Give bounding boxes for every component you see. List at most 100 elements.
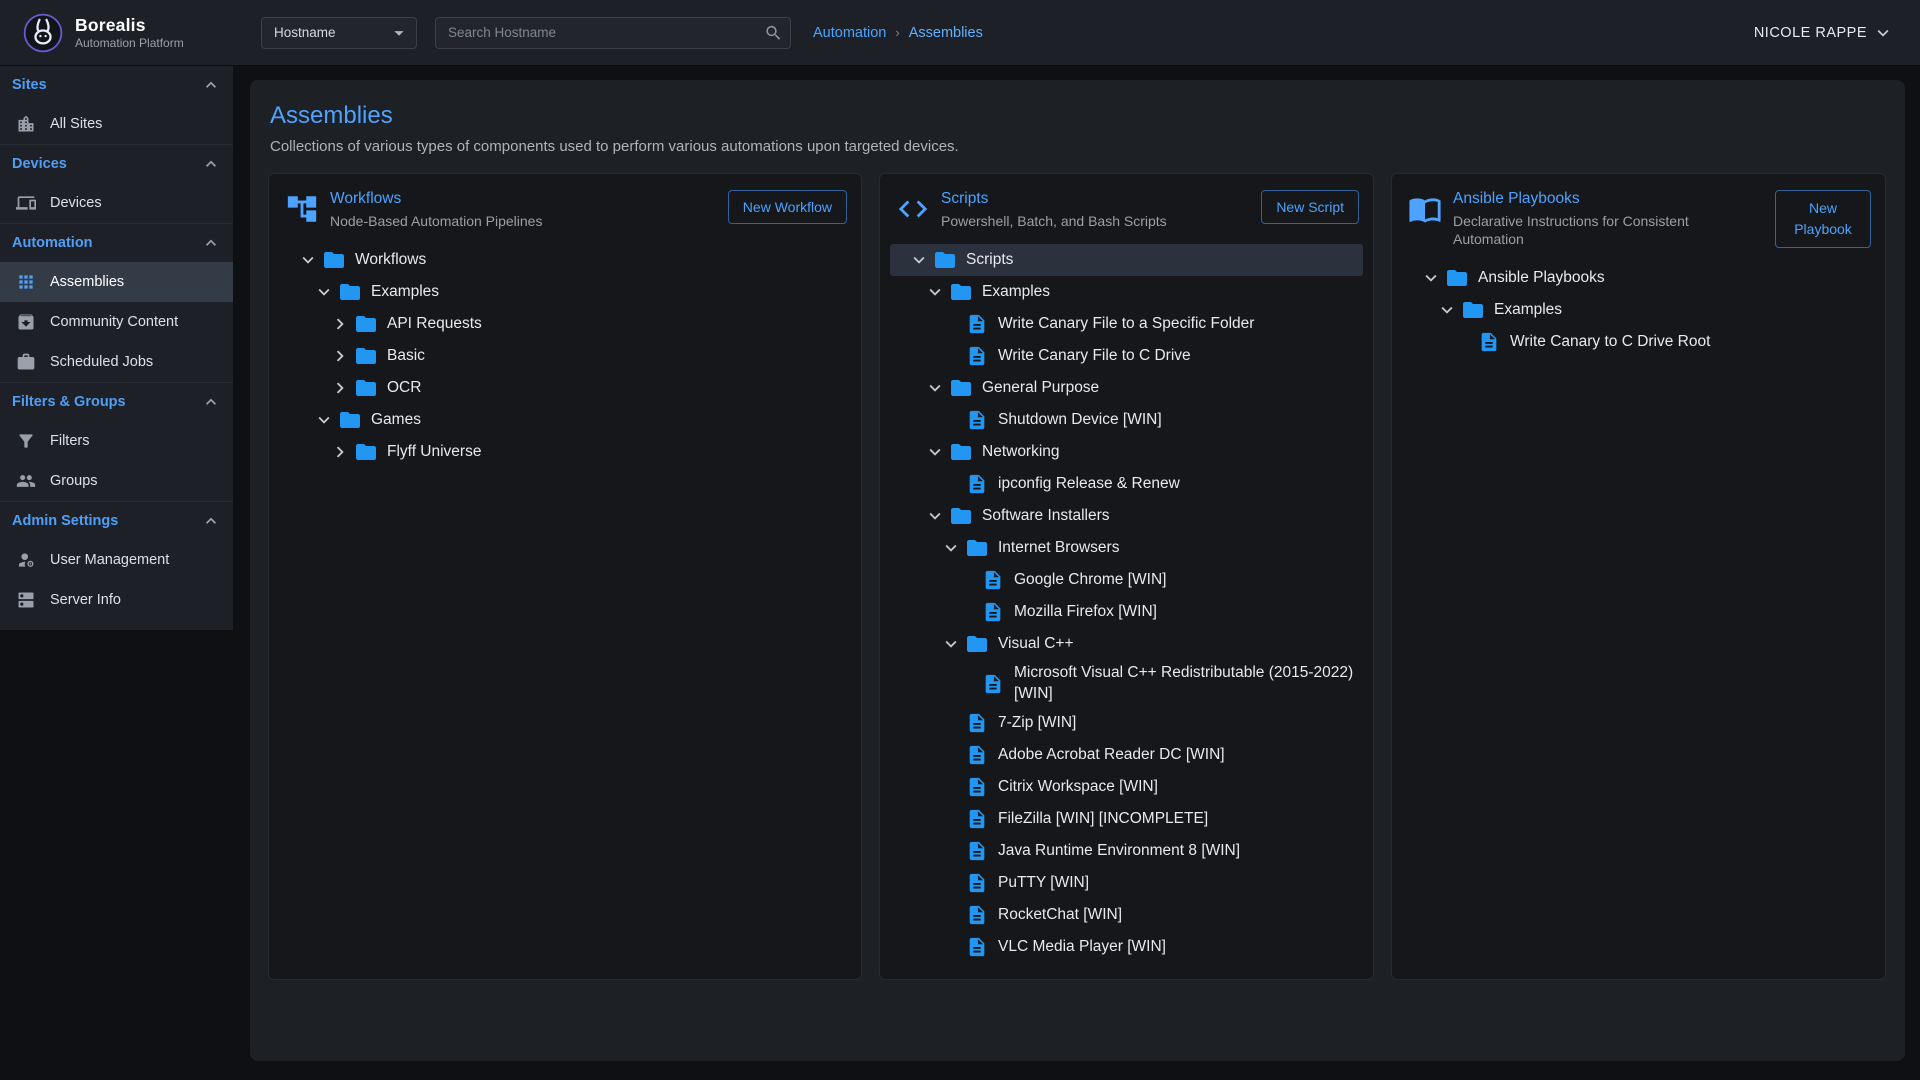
tree-item[interactable]: Ansible Playbooks — [1402, 262, 1875, 294]
tree-item[interactable]: 7-Zip [WIN] — [890, 707, 1363, 739]
sidebar-item-label: Community Content — [50, 314, 178, 330]
tree-item[interactable]: Basic — [279, 340, 851, 372]
sidebar-item-community-content[interactable]: Community Content — [0, 302, 233, 342]
chevron-down-icon[interactable] — [938, 537, 964, 559]
sidebar-item-filters[interactable]: Filters — [0, 421, 233, 461]
tree-item[interactable]: Microsoft Visual C++ Redistributable (20… — [890, 660, 1363, 707]
chevron-down-icon[interactable] — [938, 633, 964, 655]
tree-item[interactable]: General Purpose — [890, 372, 1363, 404]
chevron-right-icon[interactable] — [327, 377, 353, 399]
search-icon[interactable] — [764, 23, 783, 42]
workflows-card: Workflows Node-Based Automation Pipeline… — [268, 173, 862, 980]
chevron-right-icon[interactable] — [327, 441, 353, 463]
tree-item[interactable]: Flyff Universe — [279, 436, 851, 468]
sidebar-section-header-devices[interactable]: Devices — [0, 145, 233, 183]
tree-item[interactable]: Write Canary File to C Drive — [890, 340, 1363, 372]
tree-item[interactable]: Java Runtime Environment 8 [WIN] — [890, 835, 1363, 867]
sidebar-section-header-admin-settings[interactable]: Admin Settings — [0, 502, 233, 540]
tree-item[interactable]: Visual C++ — [890, 628, 1363, 660]
tree-item[interactable]: Games — [279, 404, 851, 436]
tree-item[interactable]: FileZilla [WIN] [INCOMPLETE] — [890, 803, 1363, 835]
scripts-card-title: Scripts — [941, 190, 1238, 208]
assembly-cards: Workflows Node-Based Automation Pipeline… — [268, 173, 1887, 980]
sidebar-item-devices[interactable]: Devices — [0, 183, 233, 223]
tree-item[interactable]: OCR — [279, 372, 851, 404]
sidebar-section-header-filters-groups[interactable]: Filters & Groups — [0, 383, 233, 421]
tree-item[interactable]: Shutdown Device [WIN] — [890, 404, 1363, 436]
brand-tagline: Automation Platform — [75, 37, 184, 51]
new-script-button[interactable]: New Script — [1261, 190, 1359, 224]
file-icon — [964, 409, 990, 431]
chevron-down-icon[interactable] — [922, 281, 948, 303]
tree-item[interactable]: Mozilla Firefox [WIN] — [890, 596, 1363, 628]
sidebar-section-devices: Devices Devices — [0, 144, 233, 223]
brand[interactable]: Borealis Automation Platform — [22, 12, 224, 54]
sidebar-item-groups[interactable]: Groups — [0, 461, 233, 501]
hostname-select[interactable]: Hostname — [261, 17, 417, 49]
folder-icon — [948, 280, 974, 304]
chevron-down-icon[interactable] — [922, 377, 948, 399]
sidebar-item-assemblies[interactable]: Assemblies — [0, 262, 233, 302]
tree-item[interactable]: Examples — [279, 276, 851, 308]
chevron-up-icon — [201, 154, 221, 174]
chevron-down-icon[interactable] — [311, 281, 337, 303]
sidebar-section-sites: Sites All Sites — [0, 66, 233, 144]
server-icon — [15, 589, 37, 611]
tree-item[interactable]: Internet Browsers — [890, 532, 1363, 564]
chevron-right-icon[interactable] — [327, 313, 353, 335]
new-workflow-button[interactable]: New Workflow — [728, 190, 847, 224]
tree-item-label: General Purpose — [982, 375, 1099, 401]
tree-item[interactable]: Examples — [1402, 294, 1875, 326]
playbooks-card-header: Ansible Playbooks Declarative Instructio… — [1402, 186, 1875, 248]
sidebar-item-all-sites[interactable]: All Sites — [0, 104, 233, 144]
sidebar-section-filters-groups: Filters & Groups Filters Groups — [0, 382, 233, 501]
sidebar-item-user-management[interactable]: User Management — [0, 540, 233, 580]
chevron-down-icon[interactable] — [1418, 267, 1444, 289]
sidebar-section-label: Admin Settings — [12, 513, 118, 529]
sidebar-section-header-automation[interactable]: Automation — [0, 224, 233, 262]
chevron-down-icon[interactable] — [1434, 299, 1460, 321]
file-icon — [964, 345, 990, 367]
breadcrumb-automation[interactable]: Automation — [813, 25, 886, 41]
sidebar-item-label: Assemblies — [50, 274, 124, 290]
tree-item[interactable]: Write Canary to C Drive Root — [1402, 326, 1875, 358]
tree-item[interactable]: Write Canary File to a Specific Folder — [890, 308, 1363, 340]
workflows-card-header: Workflows Node-Based Automation Pipeline… — [279, 186, 851, 230]
tree-item[interactable]: PuTTY [WIN] — [890, 867, 1363, 899]
sidebar-section-label: Automation — [12, 235, 93, 251]
sidebar-section-label: Devices — [12, 156, 67, 172]
breadcrumb-assemblies[interactable]: Assemblies — [909, 25, 983, 41]
sidebar-item-scheduled-jobs[interactable]: Scheduled Jobs — [0, 342, 233, 382]
tree-item[interactable]: Citrix Workspace [WIN] — [890, 771, 1363, 803]
tree-item[interactable]: API Requests — [279, 308, 851, 340]
chevron-down-icon[interactable] — [906, 249, 932, 271]
tree-item[interactable]: Examples — [890, 276, 1363, 308]
tree-item[interactable]: Workflows — [279, 244, 851, 276]
tree-item[interactable]: Software Installers — [890, 500, 1363, 532]
folder-icon — [337, 408, 363, 432]
tree-item[interactable]: ipconfig Release & Renew — [890, 468, 1363, 500]
tree-item[interactable]: VLC Media Player [WIN] — [890, 931, 1363, 963]
chevron-right-icon[interactable] — [327, 345, 353, 367]
tree-item-label: PuTTY [WIN] — [998, 870, 1089, 896]
chevron-down-icon[interactable] — [922, 441, 948, 463]
chevron-down-icon[interactable] — [311, 409, 337, 431]
new-playbook-button[interactable]: New Playbook — [1775, 190, 1871, 248]
file-icon — [964, 712, 990, 734]
tree-item[interactable]: RocketChat [WIN] — [890, 899, 1363, 931]
city-icon — [15, 113, 37, 135]
tree-item-label: Mozilla Firefox [WIN] — [1014, 599, 1157, 625]
tree-item[interactable]: Networking — [890, 436, 1363, 468]
scripts-tree: ScriptsExamplesWrite Canary File to a Sp… — [890, 244, 1363, 963]
chevron-down-icon[interactable] — [295, 249, 321, 271]
tree-item[interactable]: Adobe Acrobat Reader DC [WIN] — [890, 739, 1363, 771]
tree-item[interactable]: Scripts — [890, 244, 1363, 276]
search-input[interactable] — [435, 17, 791, 49]
sidebar-item-server-info[interactable]: Server Info — [0, 580, 233, 620]
tree-item[interactable]: Google Chrome [WIN] — [890, 564, 1363, 596]
sidebar-item-label: All Sites — [50, 116, 102, 132]
sidebar-section-header-sites[interactable]: Sites — [0, 66, 233, 104]
user-menu[interactable]: NICOLE RAPPE — [1754, 22, 1894, 44]
sidebar-inner: Sites All Sites Devices — [0, 66, 233, 631]
chevron-down-icon[interactable] — [922, 505, 948, 527]
